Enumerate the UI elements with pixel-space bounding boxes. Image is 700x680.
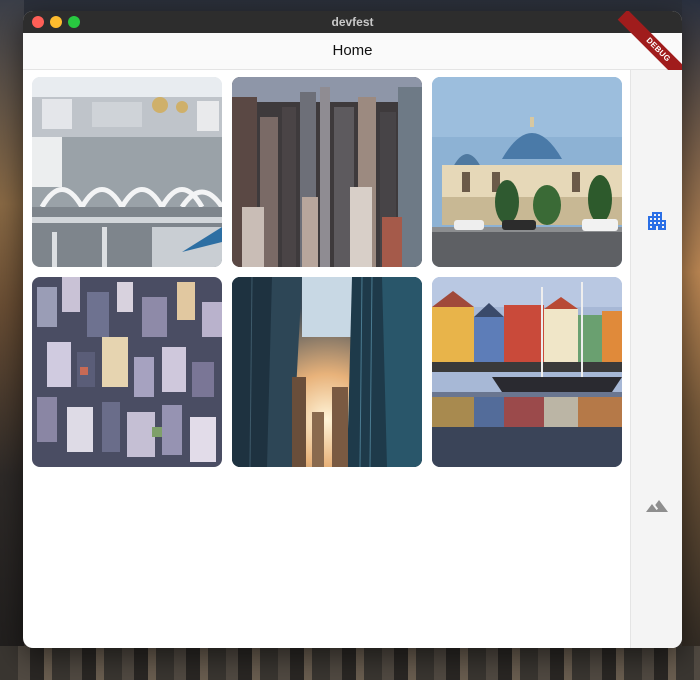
landscape-icon	[646, 500, 668, 512]
app-window: devfest Home DEBUG	[23, 11, 682, 648]
apartment-icon	[648, 212, 666, 230]
gallery-image-city-arches[interactable]	[32, 77, 222, 267]
window-title: devfest	[331, 15, 374, 29]
gallery-image-glass-towers[interactable]	[232, 277, 422, 467]
page-title: Home	[332, 42, 373, 59]
gallery-image-dense-city[interactable]	[32, 277, 222, 467]
navigation-rail	[630, 70, 682, 648]
window-titlebar[interactable]: devfest	[23, 11, 682, 33]
desktop-background-right	[682, 0, 700, 680]
desktop-background-left	[0, 0, 24, 680]
rail-item-apartment[interactable]	[645, 209, 669, 233]
desktop-background-bottom	[0, 646, 700, 680]
gallery-image-skyscrapers[interactable]	[232, 77, 422, 267]
gallery-image-harbor[interactable]	[432, 277, 622, 467]
app-bar: Home DEBUG	[23, 11, 682, 91]
rail-item-landscape[interactable]	[645, 494, 669, 518]
gallery-image-mosque[interactable]	[432, 77, 622, 267]
